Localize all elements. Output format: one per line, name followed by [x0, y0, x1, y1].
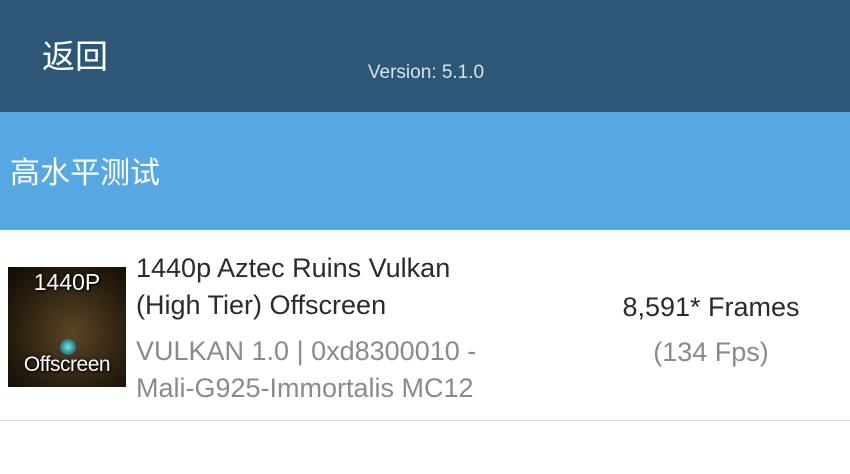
score-fps: (134 Fps)	[653, 337, 769, 367]
section-title: 高水平测试	[10, 156, 160, 191]
test-name: 1440p Aztec Ruins Vulkan (High Tier) Off…	[136, 250, 576, 324]
result-row[interactable]: 1440P Offscreen 1440p Aztec Ruins Vulkan…	[0, 232, 850, 421]
thumbnail-resolution-label: 1440P	[33, 269, 101, 295]
version-label: Version: 5.1.0	[367, 62, 485, 83]
test-thumbnail: 1440P Offscreen	[8, 267, 126, 387]
test-name-line-1: 1440p Aztec Ruins Vulkan	[136, 253, 451, 283]
score-frames: 8,591* Frames	[622, 292, 800, 322]
test-api-line: VULKAN 1.0 | 0xd8300010 -	[136, 336, 477, 366]
test-api-device: VULKAN 1.0 | 0xd8300010 - Mali-G925-Immo…	[136, 333, 576, 407]
test-device-line: Mali-G925-Immortalis MC12	[136, 373, 474, 403]
top-app-bar: 返回 Version: 5.1.0	[0, 0, 850, 112]
thumbnail-mode-label: Offscreen	[23, 353, 111, 376]
test-name-line-2: (High Tier) Offscreen	[136, 290, 387, 320]
